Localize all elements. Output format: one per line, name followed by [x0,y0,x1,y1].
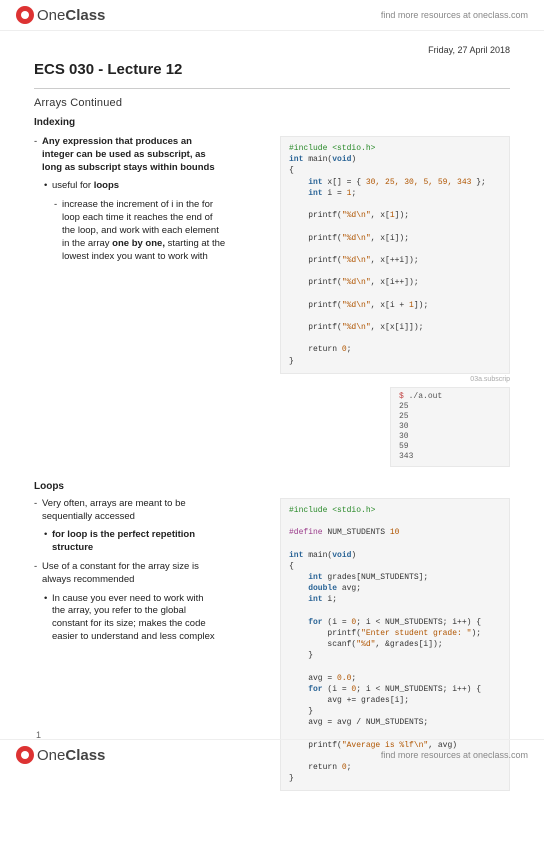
indexing-heading: Indexing [34,117,510,128]
page-title: ECS 030 - Lecture 12 [34,61,510,78]
logo-text-2: Class [65,7,105,24]
list-item: Any expression that produces an integer … [34,136,270,174]
page-content: Friday, 27 April 2018 ECS 030 - Lecture … [0,31,544,859]
code-block-1: #include <stdio.h> int main(void) { int … [280,136,510,374]
loops-heading: Loops [34,481,510,492]
indexing-section: Any expression that produces an integer … [34,136,510,467]
code-caption-1: 03a.subscrip [280,376,510,383]
logo-text-1: One [37,7,65,24]
logo-icon [16,746,34,764]
divider [34,88,510,89]
header: OneClass find more resources at oneclass… [0,0,544,31]
subtitle: Arrays Continued [34,97,510,109]
footer: OneClass find more resources at oneclass… [0,739,544,770]
logo: OneClass [16,6,105,24]
logo-text-2: Class [65,747,105,764]
list-item: Use of a constant for the array size is … [34,561,270,587]
indexing-code-col: #include <stdio.h> int main(void) { int … [280,136,510,467]
list-item: In cause you ever need to work with the … [44,593,270,644]
list-item: useful for loops [44,180,270,193]
logo-text-1: One [37,747,65,764]
output-block-1: $ ./a.out 25 25 30 30 59 343 [390,387,510,467]
indexing-text: Any expression that produces an integer … [34,136,270,467]
date: Friday, 27 April 2018 [34,45,510,55]
logo-icon [16,6,34,24]
list-item: increase the increment of i in the for l… [54,199,270,263]
header-tagline: find more resources at oneclass.com [381,10,528,20]
list-item: for loop is the perfect repetition struc… [44,529,270,555]
list-item: Very often, arrays are meant to be seque… [34,498,270,524]
footer-tagline: find more resources at oneclass.com [381,750,528,760]
footer-logo: OneClass [16,746,105,764]
